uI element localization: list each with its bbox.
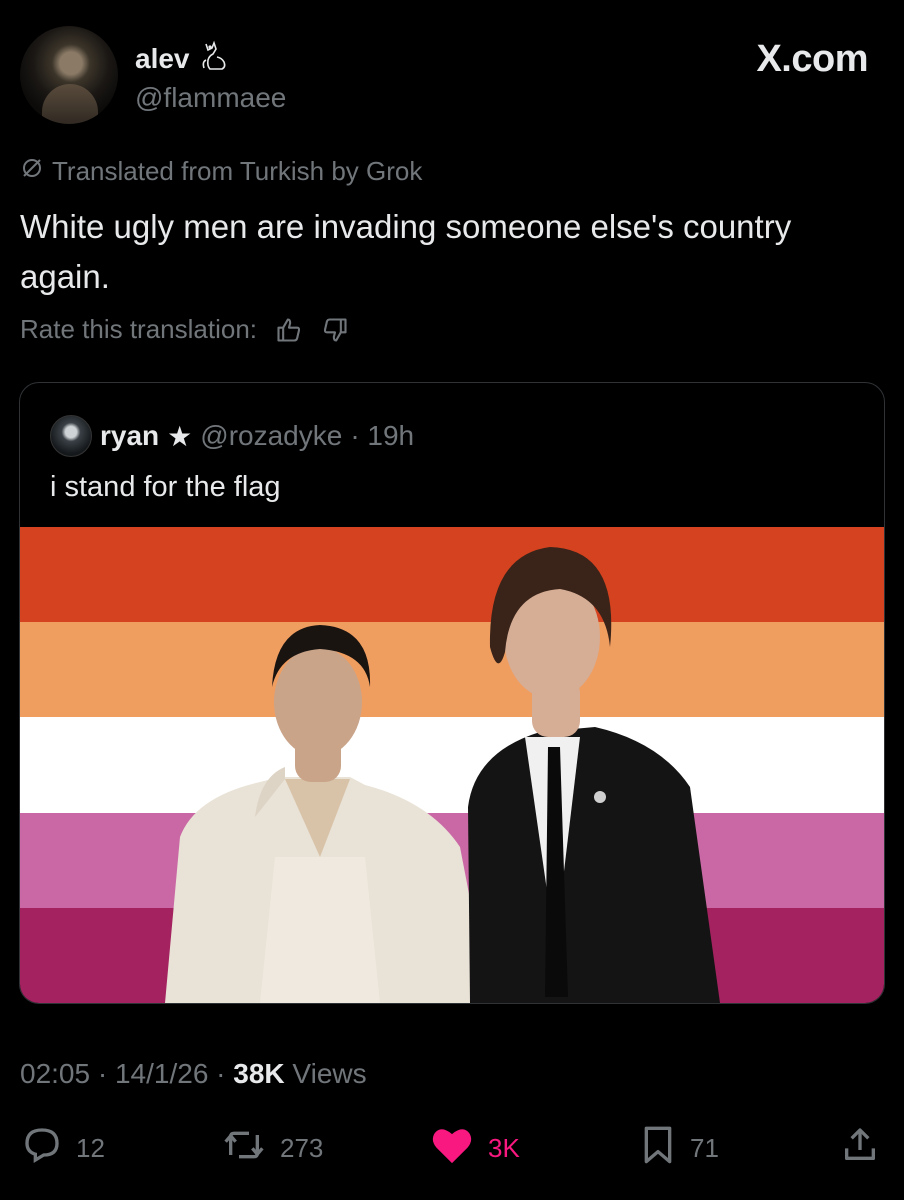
quoted-avatar[interactable] bbox=[50, 415, 92, 457]
bookmark-count: 71 bbox=[690, 1132, 719, 1163]
share-icon bbox=[840, 1125, 880, 1172]
views-count: 38K bbox=[233, 1058, 285, 1089]
bookmark-button[interactable]: 71 bbox=[640, 1124, 719, 1172]
author-name-row: alev bbox=[135, 40, 230, 77]
repost-count: 273 bbox=[280, 1132, 324, 1163]
reply-button[interactable]: 12 bbox=[22, 1124, 105, 1172]
quoted-image[interactable] bbox=[20, 527, 884, 1003]
figure-white-suit bbox=[165, 625, 490, 1003]
figure-black-suit bbox=[468, 547, 720, 1003]
cat-icon bbox=[200, 40, 230, 77]
thumbs-up-icon[interactable] bbox=[275, 316, 303, 344]
author-handle[interactable]: @flammaee bbox=[135, 82, 286, 114]
quoted-text: i stand for the flag bbox=[50, 471, 281, 503]
repost-button[interactable]: 273 bbox=[222, 1124, 323, 1172]
quoted-display-name[interactable]: ryan bbox=[100, 420, 159, 452]
like-count: 3K bbox=[488, 1132, 520, 1163]
action-bar: 12 273 3K 71 bbox=[0, 1124, 904, 1172]
rate-translation-label: Rate this translation: bbox=[20, 314, 258, 344]
views-label: Views bbox=[284, 1058, 367, 1089]
site-brand: X.com bbox=[756, 38, 868, 80]
thumbs-down-icon[interactable] bbox=[321, 316, 349, 344]
quoted-header: ryan ★ @rozadyke · 19h bbox=[50, 415, 414, 457]
rate-translation: Rate this translation: bbox=[20, 314, 349, 345]
tweet-meta: 02:05 · 14/1/26 · 38K Views bbox=[20, 1058, 367, 1090]
translation-notice[interactable]: Translated from Turkish by Grok bbox=[20, 156, 422, 187]
reply-icon bbox=[22, 1125, 62, 1172]
translate-icon bbox=[20, 156, 44, 187]
heart-icon bbox=[430, 1125, 474, 1172]
reply-count: 12 bbox=[76, 1132, 105, 1163]
tweet-date[interactable]: 14/1/26 bbox=[115, 1058, 208, 1089]
avatar-figure bbox=[42, 84, 98, 124]
quoted-handle[interactable]: @rozadyke bbox=[200, 420, 342, 452]
repost-icon bbox=[222, 1125, 266, 1172]
author-display-name[interactable]: alev bbox=[135, 43, 190, 75]
star-icon: ★ bbox=[167, 420, 193, 452]
like-button[interactable]: 3K bbox=[430, 1124, 520, 1172]
quoted-time: · 19h bbox=[350, 420, 415, 451]
author-avatar[interactable] bbox=[20, 26, 118, 124]
quoted-tweet[interactable]: ryan ★ @rozadyke · 19h i stand for the f… bbox=[19, 382, 885, 1004]
bookmark-icon bbox=[640, 1125, 676, 1172]
tweet-text: White ugly men are invading someone else… bbox=[20, 208, 792, 295]
meta-separator: · bbox=[90, 1058, 115, 1089]
tweet-time[interactable]: 02:05 bbox=[20, 1058, 90, 1089]
share-button[interactable] bbox=[840, 1124, 880, 1172]
translation-notice-text: Translated from Turkish by Grok bbox=[52, 156, 423, 186]
photo-figures bbox=[165, 547, 720, 1003]
meta-separator: · bbox=[208, 1058, 234, 1089]
